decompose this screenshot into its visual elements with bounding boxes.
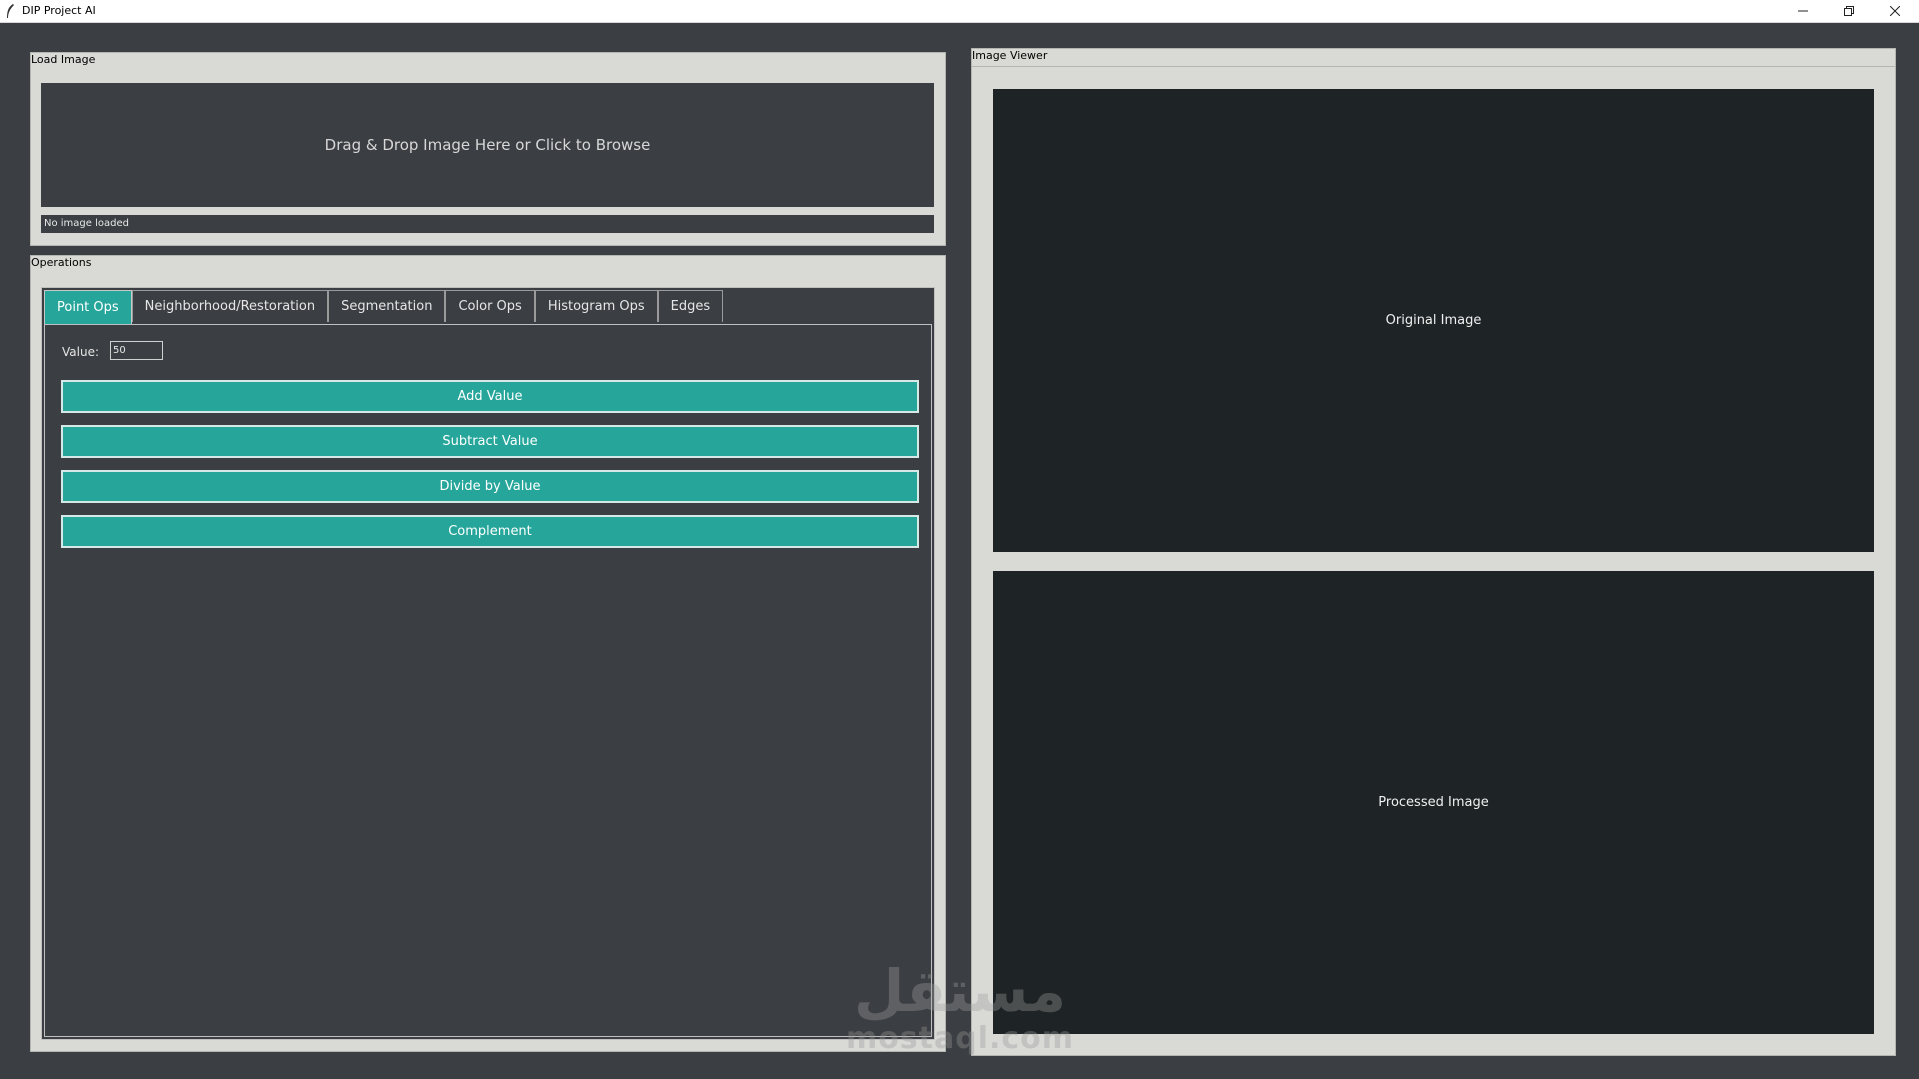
image-dropzone[interactable]: Drag & Drop Image Here or Click to Brows… <box>41 83 934 207</box>
minimize-icon <box>1798 10 1808 12</box>
image-viewer-label: Image Viewer <box>972 49 1048 62</box>
divide-by-value-button[interactable]: Divide by Value <box>61 470 919 503</box>
load-image-label: Load Image <box>31 53 96 66</box>
window-titlebar: DIP Project AI <box>0 0 1919 23</box>
original-image-frame: Original Image <box>993 89 1874 552</box>
tab-segmentation[interactable]: Segmentation <box>328 290 446 322</box>
restore-button[interactable] <box>1827 0 1871 22</box>
processed-image-frame: Processed Image <box>993 571 1874 1034</box>
tab-edges[interactable]: Edges <box>657 290 724 322</box>
value-input[interactable] <box>110 341 163 360</box>
complement-button[interactable]: Complement <box>61 515 919 548</box>
tab-neighborhood-restoration[interactable]: Neighborhood/Restoration <box>131 290 329 322</box>
original-image-label: Original Image <box>1385 313 1482 328</box>
tab-color-ops[interactable]: Color Ops <box>445 290 535 322</box>
window-title: DIP Project AI <box>22 4 96 17</box>
viewer-divider <box>972 66 1895 67</box>
feather-icon <box>7 4 14 18</box>
tab-point-ops[interactable]: Point Ops <box>44 290 132 324</box>
image-status: No image loaded <box>41 215 934 233</box>
subtract-value-button[interactable]: Subtract Value <box>61 425 919 458</box>
value-label: Value: <box>62 345 99 359</box>
point-ops-tab-body: Value: Add Value Subtract Value Divide b… <box>44 324 932 1037</box>
close-button[interactable] <box>1873 0 1917 22</box>
image-viewer-panel: Image Viewer Original Image Processed Im… <box>971 48 1896 1056</box>
dropzone-text: Drag & Drop Image Here or Click to Brows… <box>324 136 651 154</box>
operations-panel: Operations Point Ops Neighborhood/Restor… <box>30 255 946 1052</box>
restore-icon <box>1844 6 1854 16</box>
load-image-panel: Load Image Drag & Drop Image Here or Cli… <box>30 52 946 246</box>
tab-histogram-ops[interactable]: Histogram Ops <box>534 290 658 322</box>
processed-image-label: Processed Image <box>1378 795 1489 810</box>
close-icon <box>1890 6 1900 16</box>
operations-tabs: Point Ops Neighborhood/Restoration Segme… <box>44 290 724 324</box>
operations-notebook: Point Ops Neighborhood/Restoration Segme… <box>41 287 935 1040</box>
operations-label: Operations <box>31 256 92 269</box>
add-value-button[interactable]: Add Value <box>61 380 919 413</box>
minimize-button[interactable] <box>1781 0 1825 22</box>
